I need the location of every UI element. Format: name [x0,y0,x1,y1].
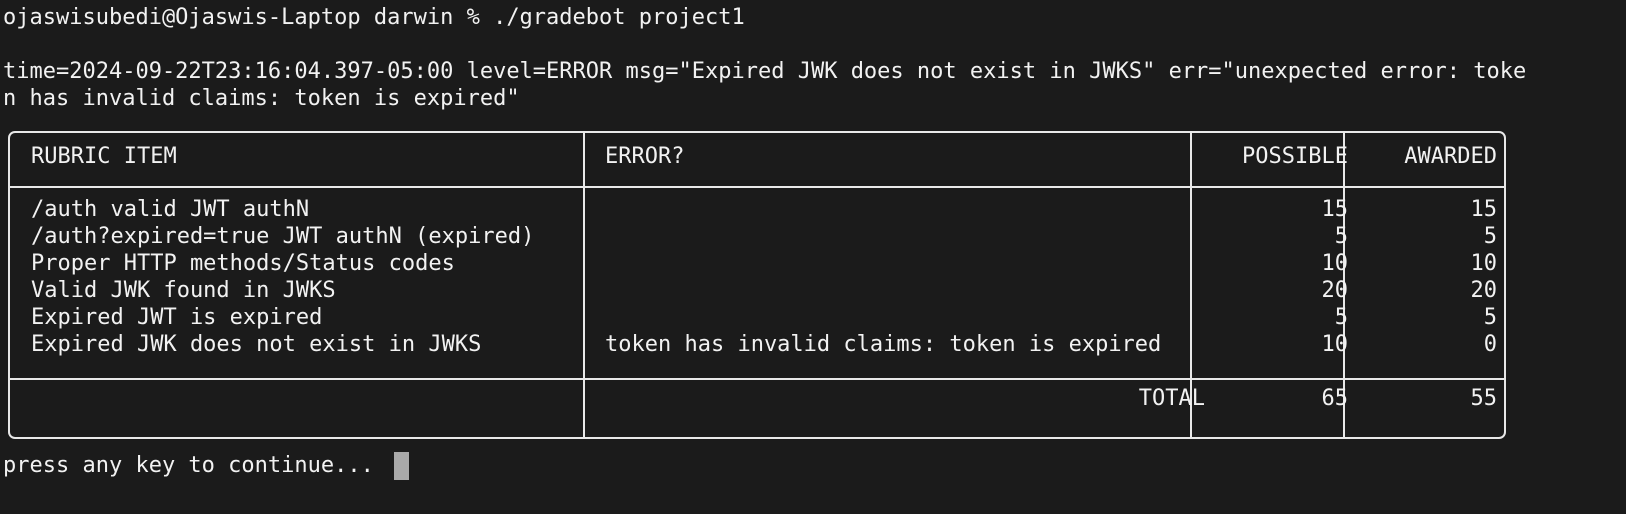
header-possible: POSSIBLE [1242,144,1348,169]
column-divider [583,133,585,437]
total-possible: 65 [1321,386,1349,411]
row-possible: 20 [1321,278,1349,303]
row-item: /auth?expired=true JWT authN (expired) [31,224,535,249]
row-error: token has invalid claims: token is expir… [605,332,1162,357]
row-possible: 15 [1321,197,1349,222]
log-line-2: n has invalid claims: token is expired" [3,86,520,111]
row-awarded: 15 [1470,197,1498,222]
row-item: Expired JWT is expired [31,305,323,330]
total-divider [10,378,1504,380]
command-prompt-line: ojaswisubedi@Ojaswis-Laptop darwin % ./g… [3,5,745,30]
row-awarded: 20 [1470,278,1498,303]
row-awarded: 10 [1470,251,1498,276]
rubric-table: RUBRIC ITEM ERROR? POSSIBLE AWARDED /aut… [8,131,1506,439]
terminal-cursor[interactable] [394,452,409,480]
row-possible: 10 [1321,251,1349,276]
row-awarded: 0 [1483,332,1497,357]
total-label: TOTAL [1138,386,1205,411]
row-item: /auth valid JWT authN [31,197,310,222]
continue-prompt: press any key to continue... [3,453,374,478]
header-awarded: AWARDED [1404,144,1497,169]
header-divider [10,186,1504,188]
row-possible: 10 [1321,332,1349,357]
header-error: ERROR? [605,144,685,169]
row-awarded: 5 [1483,305,1497,330]
row-possible: 5 [1334,305,1348,330]
row-awarded: 5 [1483,224,1497,249]
total-awarded: 55 [1470,386,1498,411]
row-item: Proper HTTP methods/Status codes [31,251,455,276]
row-item: Valid JWK found in JWKS [31,278,336,303]
row-possible: 5 [1334,224,1348,249]
log-line-1: time=2024-09-22T23:16:04.397-05:00 level… [3,59,1527,84]
header-rubric-item: RUBRIC ITEM [31,144,177,169]
row-item: Expired JWK does not exist in JWKS [31,332,482,357]
